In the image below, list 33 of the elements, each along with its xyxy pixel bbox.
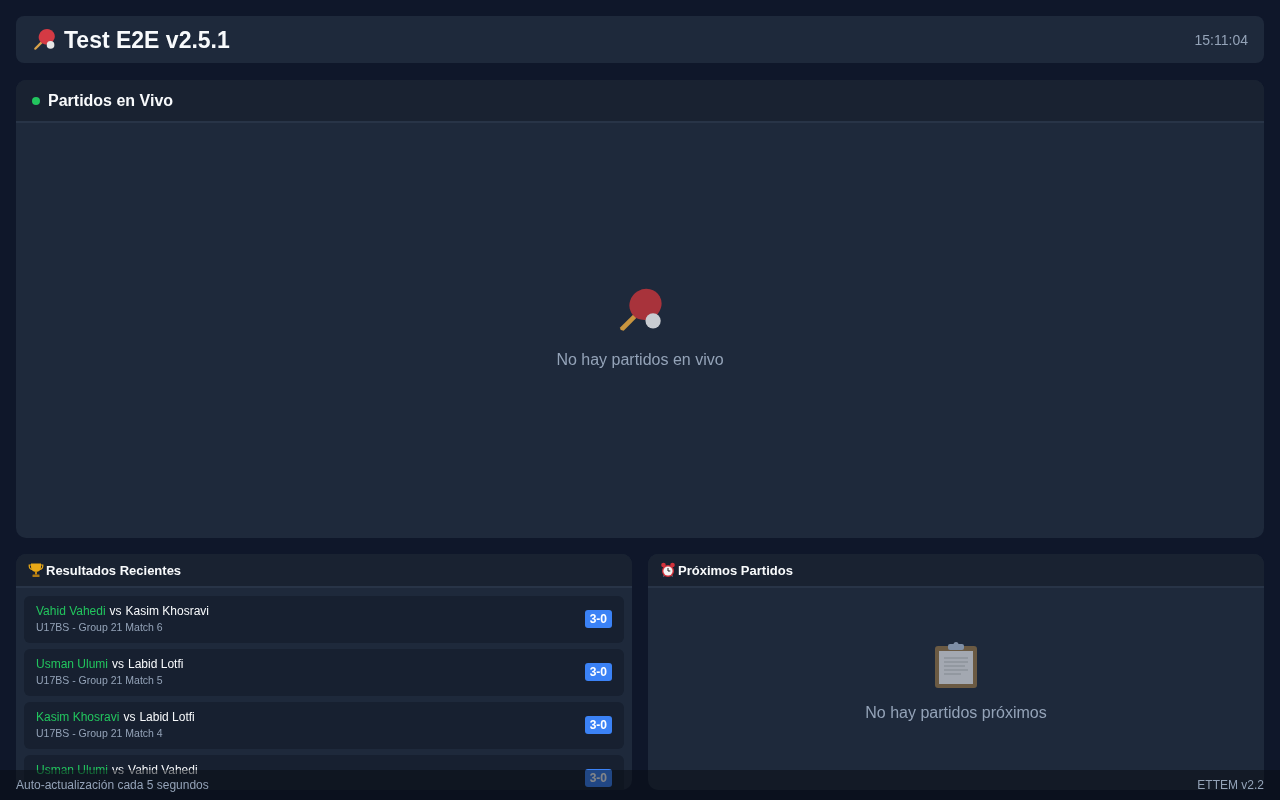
live-dot-icon (32, 96, 40, 105)
versus-label: vs (112, 763, 124, 777)
paddle-icon (32, 27, 56, 52)
match-info: U17BS - Group 21 Match 6 (36, 621, 164, 634)
panel-title: Resultados Recientes (46, 562, 182, 578)
empty-message: No hay partidos próximos (865, 704, 1047, 722)
empty-message: No hay partidos en vivo (556, 350, 724, 369)
versus-label: vs (109, 604, 122, 618)
clock-time: 15:11:04 (1194, 31, 1248, 48)
winner-name: Kasim Khosravi (36, 710, 120, 724)
score-badge: 3-0 (584, 769, 612, 787)
loser-name: Kasim Khosravi (125, 604, 209, 618)
match-info: U17BS - Group 21 Match 4 (36, 727, 164, 740)
alarm-clock-icon (660, 562, 676, 578)
clipboard-icon (935, 642, 977, 688)
loser-name: Labid Lotfi (139, 710, 195, 724)
panel-title: Próximos Partidos (678, 562, 793, 578)
loser-name: Vahid Vahedi (128, 763, 198, 777)
score-badge: 3-0 (584, 716, 612, 734)
winner-name: Vahid Vahedi (36, 604, 106, 618)
app-version: ETTEM v2.2 (1197, 778, 1264, 792)
versus-label: vs (123, 710, 136, 724)
winner-name: Usman Ulumi (36, 763, 108, 777)
trophy-icon (28, 562, 44, 578)
loser-name: Labid Lotfi (128, 657, 184, 671)
auto-refresh-note: Auto-actualización cada 5 segundos (16, 778, 209, 792)
score-badge: 3-0 (584, 610, 612, 628)
panel-title: Partidos en Vivo (48, 91, 174, 110)
app-title: Test E2E v2.5.1 (64, 25, 230, 54)
score-badge: 3-0 (584, 663, 612, 681)
match-info: U17BS - Group 21 Match 5 (36, 674, 164, 687)
winner-name: Usman Ulumi (36, 657, 108, 671)
versus-label: vs (112, 657, 124, 671)
